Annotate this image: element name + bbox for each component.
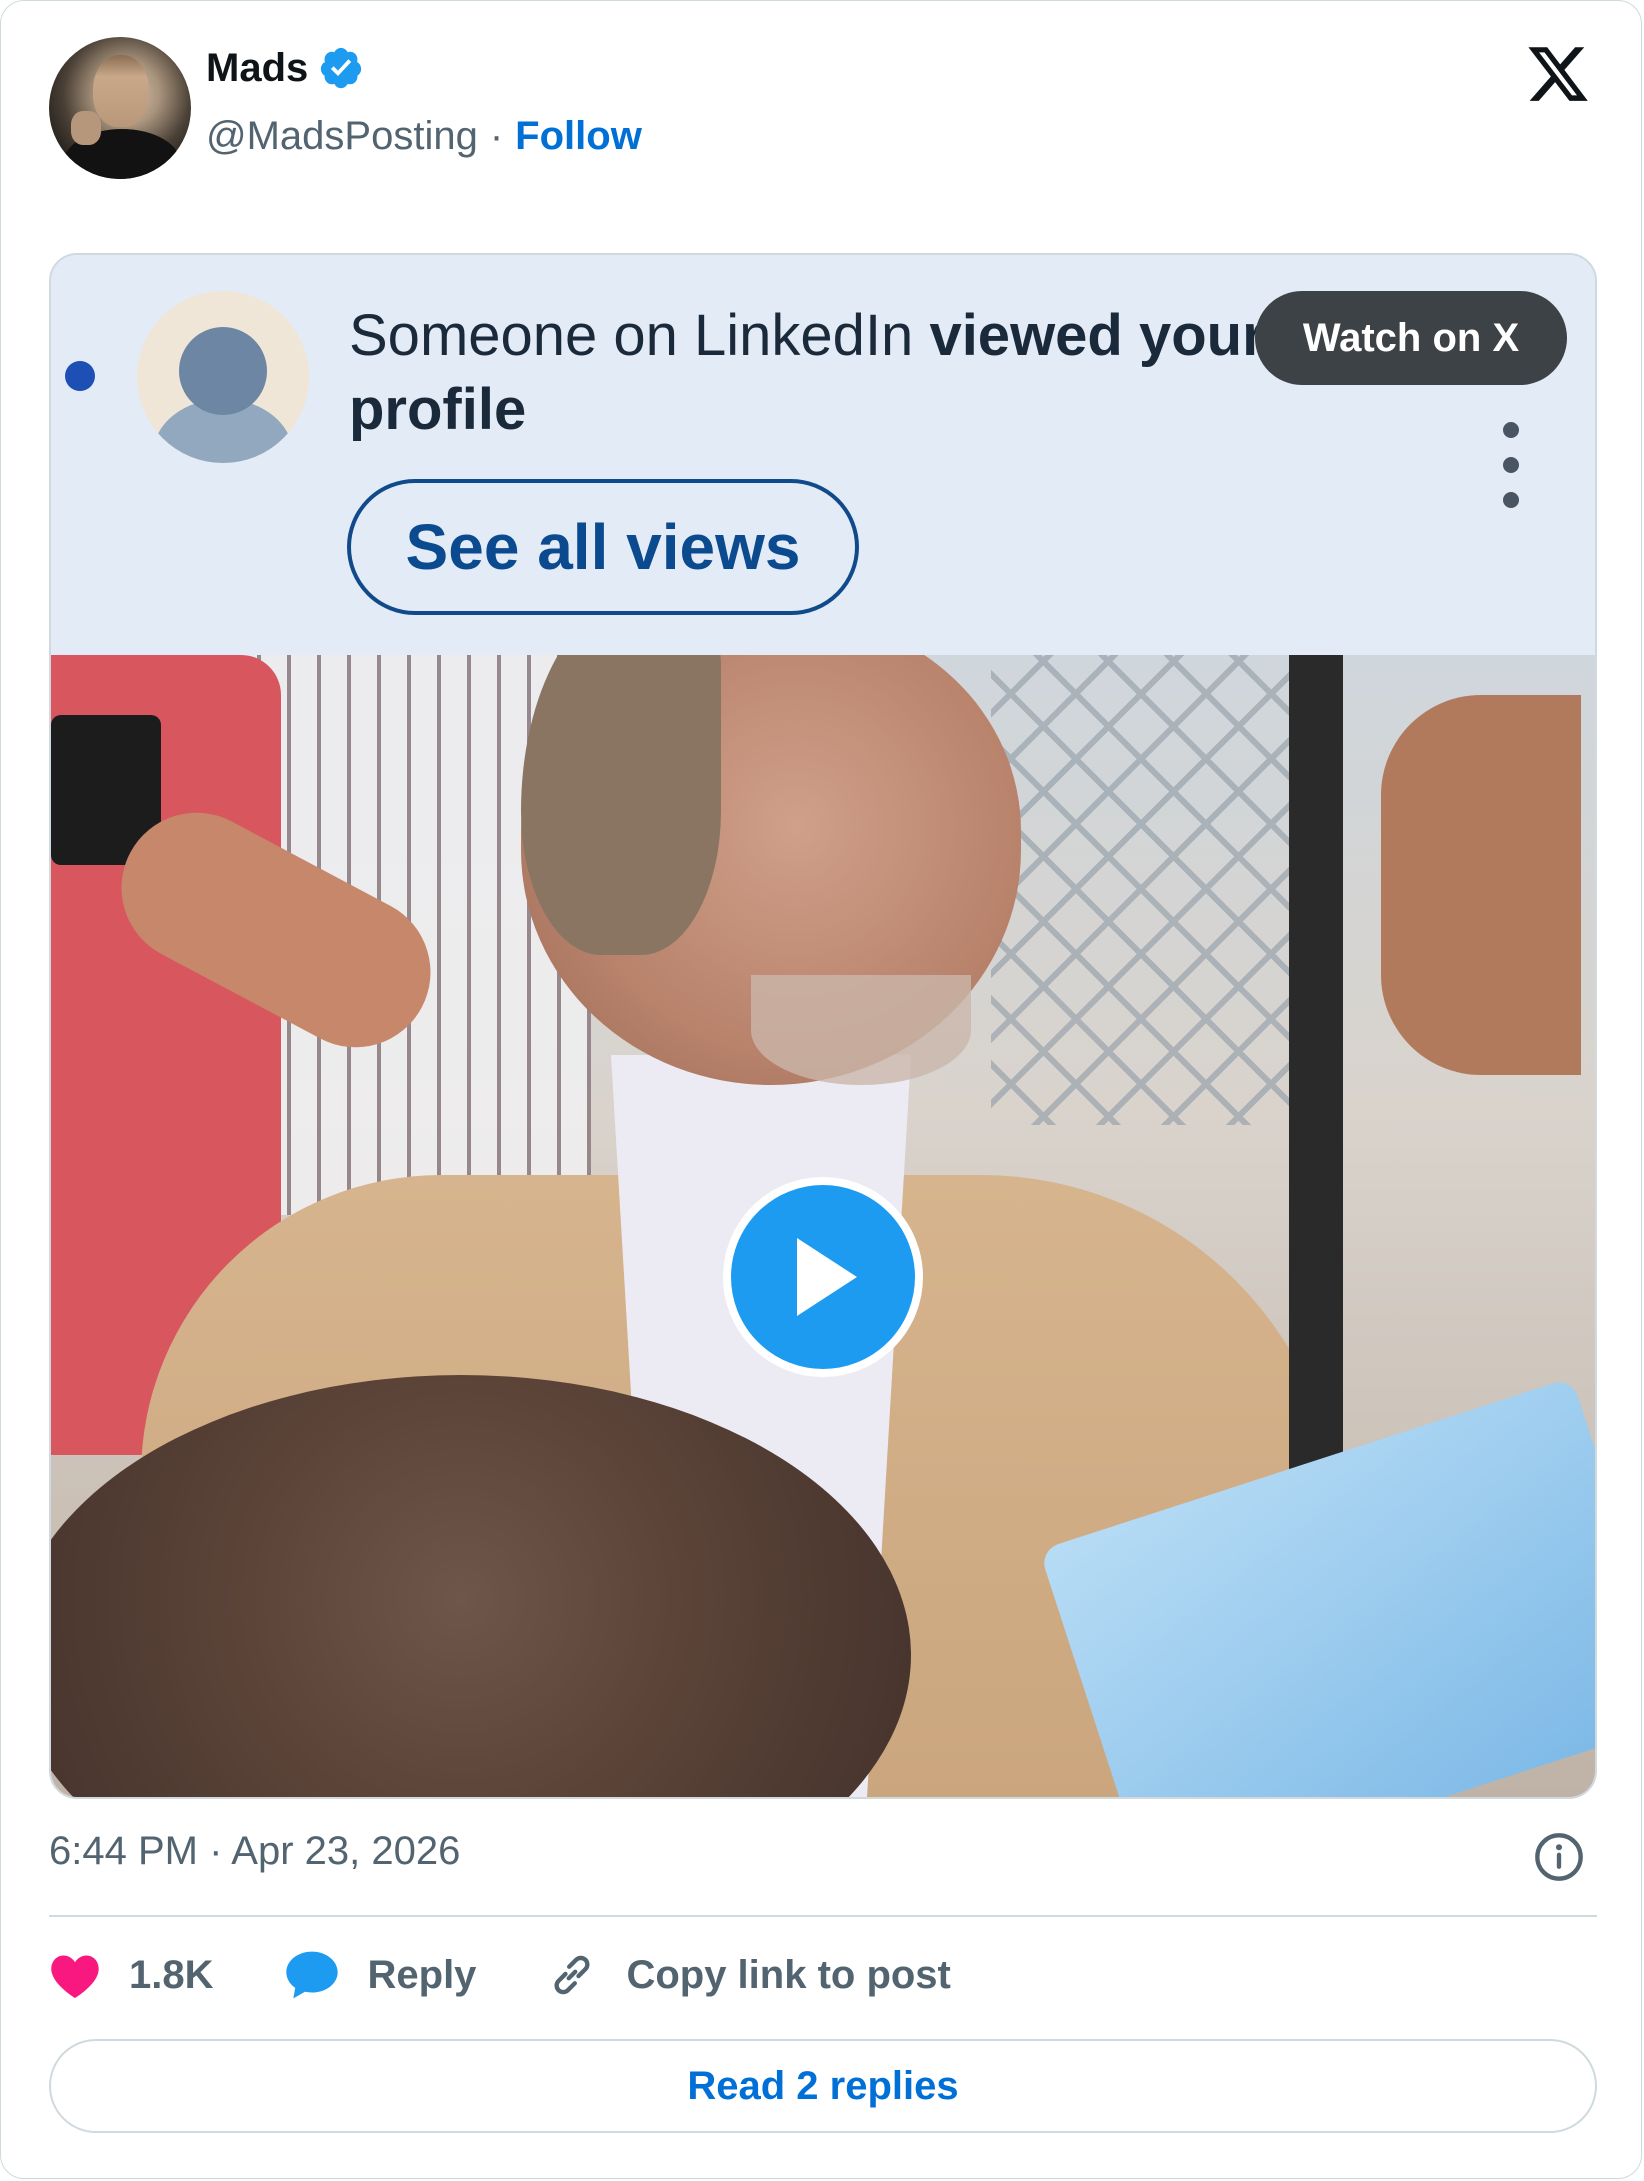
kebab-menu-icon <box>1503 422 1519 508</box>
unread-dot <box>65 361 95 391</box>
verified-badge-icon <box>321 47 362 89</box>
heart-icon <box>51 1955 99 1998</box>
reply-label: Reply <box>367 1952 477 1997</box>
reply-bubble-icon <box>285 1951 338 1999</box>
x-logo-icon[interactable] <box>1523 41 1593 107</box>
handle-separator: · <box>489 114 504 158</box>
copy-link-button[interactable]: Copy link to post <box>546 1949 951 2001</box>
watch-on-x-button[interactable]: Watch on X <box>1255 291 1567 385</box>
action-bar: 1.8K Reply Copy link to post <box>49 1945 951 2005</box>
author-name[interactable]: Mads <box>206 46 308 91</box>
read-replies-button[interactable]: Read 2 replies <box>49 2039 1597 2133</box>
play-icon <box>797 1238 857 1316</box>
tweet-card: Mads @MadsPosting · Follow Someone on Li… <box>0 0 1642 2179</box>
author-handle-row: @MadsPosting · Follow <box>206 114 642 159</box>
post-timestamp[interactable]: 6:44 PM · Apr 23, 2026 <box>49 1829 460 1874</box>
author-avatar[interactable] <box>49 37 191 179</box>
notification-text: Someone on LinkedIn viewed your <box>349 299 1309 373</box>
likes-count: 1.8K <box>129 1952 214 1997</box>
play-button[interactable] <box>723 1177 923 1377</box>
copy-link-label: Copy link to post <box>626 1952 951 1997</box>
reply-button[interactable]: Reply <box>284 1949 477 2001</box>
link-icon <box>554 1955 590 1995</box>
see-all-views-button: See all views <box>347 479 859 615</box>
anonymous-avatar-icon <box>137 291 309 463</box>
like-button[interactable]: 1.8K <box>49 1951 214 1999</box>
notification-text-prefix: Someone on LinkedIn <box>349 303 930 368</box>
follow-button[interactable]: Follow <box>515 114 642 159</box>
video-media[interactable]: Someone on LinkedIn viewed your profile … <box>49 253 1597 1799</box>
notification-text-bold: viewed your <box>929 303 1265 368</box>
divider <box>49 1915 1597 1917</box>
info-icon[interactable] <box>1533 1831 1585 1883</box>
notification-text-line2: profile <box>349 377 527 442</box>
author-handle[interactable]: @MadsPosting <box>206 114 478 159</box>
author-name-row: Mads <box>206 45 364 91</box>
